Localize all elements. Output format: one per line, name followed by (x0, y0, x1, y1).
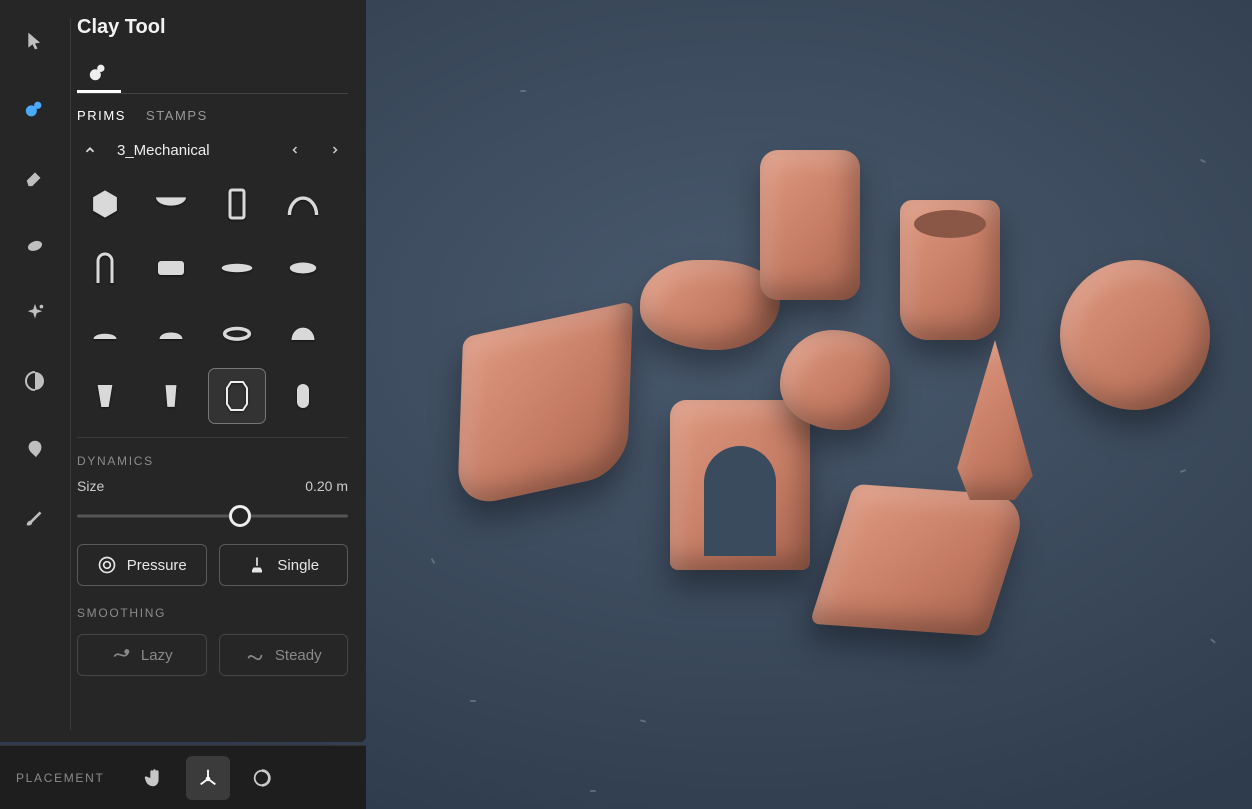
prim-cap-b[interactable] (143, 305, 199, 359)
tab-prims[interactable]: PRIMS (77, 108, 126, 123)
size-label: Size (77, 478, 104, 494)
erase-tool[interactable] (16, 158, 54, 196)
axis-mode[interactable] (186, 756, 230, 800)
tool-panel: Clay Tool PRIMS STAMPS 3_Mechanical (0, 0, 366, 742)
size-value: 0.20 m (305, 478, 348, 494)
single-label: Single (277, 557, 319, 574)
clay-rock-chunk (780, 330, 890, 430)
inflate-tool[interactable] (16, 430, 54, 468)
size-slider[interactable] (77, 502, 348, 530)
dynamics-label: DYNAMICS (77, 454, 348, 468)
prims-stamps-tabs: PRIMS STAMPS (77, 108, 348, 123)
prim-cone-b[interactable] (143, 369, 199, 423)
prim-arch-tall[interactable] (77, 241, 133, 295)
placement-label: PLACEMENT (16, 771, 104, 785)
prim-cone-a[interactable] (77, 369, 133, 423)
sparkle-tool[interactable] (16, 294, 54, 332)
circle-mode[interactable] (240, 756, 284, 800)
steady-label: Steady (275, 647, 322, 664)
brush-shape-selector[interactable] (77, 53, 121, 93)
clay-sphere-jar (1060, 260, 1210, 410)
prim-cap-a[interactable] (77, 305, 133, 359)
placement-bar: PLACEMENT (0, 745, 366, 809)
clay-cup (900, 200, 1000, 340)
category-prev-icon[interactable] (282, 137, 308, 163)
clay-tool[interactable] (16, 90, 54, 128)
prim-ring[interactable] (209, 305, 265, 359)
prim-dome[interactable] (275, 305, 331, 359)
category-collapse-icon[interactable] (77, 137, 103, 163)
pressure-button[interactable]: Pressure (77, 544, 207, 586)
prim-cartridge[interactable] (143, 241, 199, 295)
prim-hex[interactable] (77, 177, 133, 231)
clay-wedge (809, 484, 1030, 636)
category-name: 3_Mechanical (117, 142, 268, 159)
panel-title: Clay Tool (77, 16, 348, 39)
single-button[interactable]: Single (219, 544, 349, 586)
clay-spire (950, 340, 1040, 500)
size-slider-knob[interactable] (229, 505, 251, 527)
smudge-tool[interactable] (16, 226, 54, 264)
lazy-label: Lazy (141, 647, 173, 664)
prim-disc[interactable] (275, 241, 331, 295)
prim-plate[interactable] (209, 241, 265, 295)
steady-button[interactable]: Steady (219, 634, 349, 676)
prims-grid (77, 177, 348, 423)
clay-curved-block (457, 301, 633, 509)
clay-rock-flat (640, 260, 780, 350)
pressure-label: Pressure (127, 557, 187, 574)
clay-arch (670, 400, 810, 570)
lazy-button[interactable]: Lazy (77, 634, 207, 676)
prim-arc[interactable] (275, 177, 331, 231)
prim-slot[interactable] (209, 177, 265, 231)
smoothing-label: SMOOTHING (77, 606, 348, 620)
tab-stamps[interactable]: STAMPS (146, 108, 208, 123)
category-next-icon[interactable] (322, 137, 348, 163)
tool-rail (0, 0, 70, 742)
prim-gem[interactable] (209, 369, 265, 423)
paint-tool[interactable] (16, 498, 54, 536)
category-row: 3_Mechanical (77, 137, 348, 163)
warp-tool[interactable] (16, 362, 54, 400)
prim-bowl[interactable] (143, 177, 199, 231)
clay-hex-canister (760, 150, 860, 300)
hand-mode[interactable] (132, 756, 176, 800)
tool-properties: Clay Tool PRIMS STAMPS 3_Mechanical (71, 0, 366, 742)
prim-capsule[interactable] (275, 369, 331, 423)
select-tool[interactable] (16, 22, 54, 60)
